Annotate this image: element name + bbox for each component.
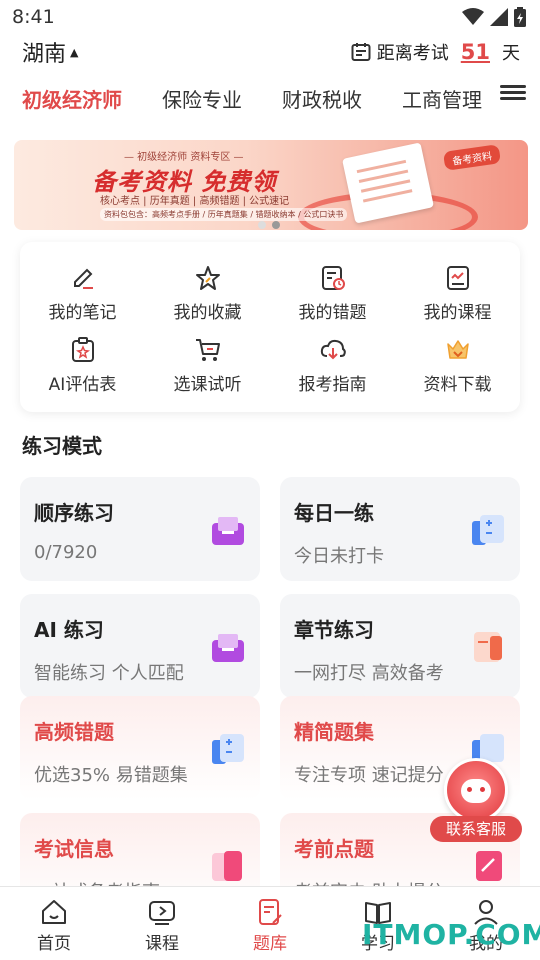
quick-course-trial[interactable]: 选课试听: [145, 336, 270, 408]
battery-icon: [514, 7, 526, 27]
header-row: 湖南 ▲ 距离考试 51 天: [0, 34, 540, 70]
status-bar: 8:41: [0, 0, 540, 34]
quick-my-favorites[interactable]: 我的收藏: [145, 264, 270, 336]
nav-label: 题库: [253, 934, 287, 954]
home-icon: [42, 900, 66, 924]
quick-label: AI评估表: [48, 375, 117, 395]
nav-home[interactable]: 首页: [0, 887, 108, 960]
practice-frequent-errors[interactable]: 高频错题 优选35% 易错题集: [20, 696, 260, 800]
tab-business-admin[interactable]: 工商管理: [402, 84, 482, 113]
pen-card-icon: [476, 851, 502, 881]
nav-label: 课程: [145, 934, 179, 954]
quick-label: 我的笔记: [48, 303, 117, 323]
quick-exam-guide[interactable]: 报考指南: [270, 336, 395, 408]
nav-question-bank[interactable]: 题库: [216, 887, 324, 960]
wrong-questions-icon: [321, 266, 345, 290]
question-bank-icon: [259, 899, 282, 925]
inbox-icon: [212, 634, 244, 662]
quick-label: 报考指南: [298, 375, 367, 395]
quick-label: 资料下载: [423, 375, 492, 395]
chapter-book-icon: [474, 632, 502, 662]
tab-insurance[interactable]: 保险专业: [162, 84, 242, 113]
quick-label: 我的错题: [298, 303, 367, 323]
quick-label: 我的课程: [423, 303, 492, 323]
countdown-unit: 天: [502, 43, 520, 64]
quick-my-wrong-questions[interactable]: 我的错题: [270, 264, 395, 336]
calendar-icon: [351, 43, 371, 61]
course-icon: [446, 266, 469, 290]
pagination-dot: [258, 221, 266, 229]
quick-label: 选课试听: [173, 375, 242, 395]
status-time: 8:41: [12, 6, 55, 28]
crown-icon: [446, 340, 469, 359]
quick-my-notes[interactable]: 我的笔记: [20, 264, 145, 336]
practice-chapter[interactable]: 章节练习 一网打尽 高效备考: [280, 594, 520, 698]
tab-finance-tax[interactable]: 财政税收: [282, 84, 362, 113]
subject-tabs: 初级经济师 保险专业 财政税收 工商管理: [0, 70, 540, 126]
caret-icon: ▲: [70, 45, 79, 59]
customer-service-button[interactable]: 联系客服: [430, 758, 522, 844]
practice-ai[interactable]: AI 练习 智能练习 个人匹配: [20, 594, 260, 698]
banner-badge: 备考资料: [442, 144, 502, 171]
calculator-icon: [472, 515, 504, 545]
practice-daily[interactable]: 每日一练 今日未打卡: [280, 477, 520, 581]
video-icon: [149, 901, 175, 925]
quick-actions-card: 我的笔记 我的收藏 我的错题 我的课程 AI评估表 选课试听 报考指南 资料下载: [20, 242, 520, 412]
status-icons: [462, 7, 526, 27]
download-guide-icon: [320, 339, 346, 360]
star-icon: [195, 266, 220, 290]
nav-courses[interactable]: 课程: [108, 887, 216, 960]
banner-contents: 资料包包含：高频考点手册 / 历年真题集 / 错题收纳本 / 公式口诀书: [100, 208, 348, 221]
promo-banner[interactable]: — 初级经济师 资料专区 — 备考资料 免费领 核心考点 | 历年真题 | 高频…: [14, 140, 528, 230]
cart-icon: [195, 339, 220, 361]
customer-service-label: 联系客服: [430, 816, 522, 842]
quick-my-courses[interactable]: 我的课程: [395, 264, 520, 336]
site-watermark: ITMOP.COM: [362, 918, 540, 951]
section-title: 练习模式: [22, 434, 102, 458]
note-icon: [73, 268, 93, 289]
ai-assess-icon: [71, 337, 94, 362]
countdown-days: 51: [460, 40, 490, 64]
support-avatar-icon: [444, 758, 508, 822]
quick-material-download[interactable]: 资料下载: [395, 336, 520, 408]
menu-icon[interactable]: [500, 82, 526, 104]
banner-pagination: [258, 221, 280, 229]
signal-icon: [490, 8, 508, 26]
banner-tags: 核心考点 | 历年真题 | 高频错题 | 公式速记: [100, 196, 290, 207]
calculator-icon: [212, 734, 244, 764]
banner-subtitle: — 初级经济师 资料专区 —: [124, 152, 244, 163]
practice-sequential[interactable]: 顺序练习 0/7920: [20, 477, 260, 581]
inbox-icon: [212, 517, 244, 545]
pagination-dot-active: [272, 221, 280, 229]
info-card-icon: [212, 851, 242, 881]
countdown-label: 距离考试: [376, 43, 449, 64]
quick-ai-assessment[interactable]: AI评估表: [20, 336, 145, 408]
region-selector[interactable]: 湖南 ▲: [22, 36, 78, 68]
quick-label: 我的收藏: [173, 303, 242, 323]
nav-label: 首页: [37, 934, 71, 954]
wifi-icon: [462, 8, 484, 25]
tab-junior-economist[interactable]: 初级经济师: [22, 84, 122, 126]
region-label: 湖南: [22, 42, 67, 67]
exam-countdown: 距离考试 51 天: [351, 39, 520, 65]
